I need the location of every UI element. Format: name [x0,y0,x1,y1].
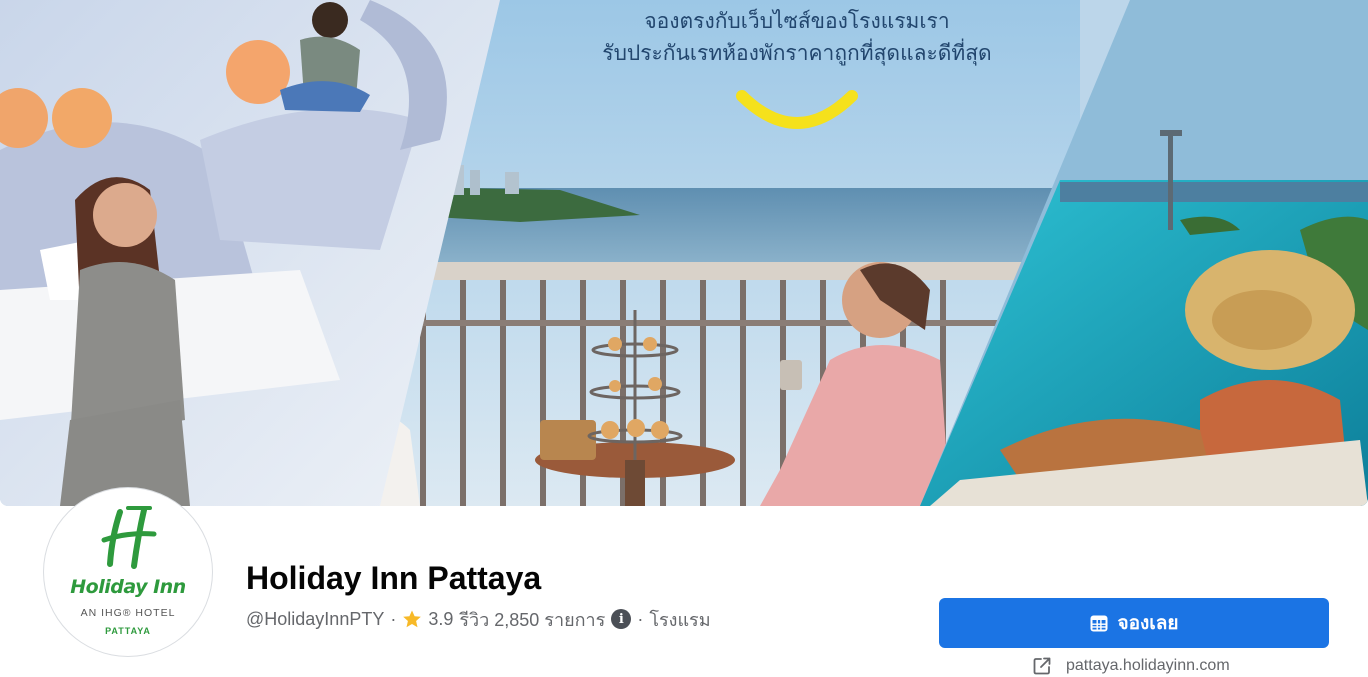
profile-picture[interactable]: Holiday Inn AN IHG® HOTEL PATTAYA [44,488,212,656]
info-icon[interactable]: i [611,609,632,629]
external-link-icon [1033,657,1051,675]
book-now-button[interactable]: จองเลย [939,598,1329,648]
logo-brand: Holiday Inn [70,576,186,598]
cover-collage: จองตรงกับเว็บไซส์ของโรงแรมเรา รับประกันเ… [0,0,1368,506]
page-meta: @HolidayInnPTY · 3.9 รีวิว 2,850 รายการ … [246,606,711,632]
rating-value[interactable]: 3.9 [428,609,453,630]
calendar-icon [1090,615,1108,632]
holiday-inn-h-icon [101,506,157,569]
separator-dot: · [637,608,644,629]
reviews-count[interactable]: รีวิว 2,850 รายการ [459,605,605,634]
website-link[interactable]: pattaya.holidayinn.com [1032,655,1230,677]
cover-photo[interactable]: จองตรงกับเว็บไซส์ของโรงแรมเรา รับประกันเ… [0,0,1368,506]
star-icon [403,610,422,628]
book-now-label: จองเลย [1117,613,1179,634]
cover-headline-line2: รับประกันเรทห้องพักราคาถูกที่สุดและดีที่… [602,38,991,66]
hotel-logo: Holiday Inn AN IHG® HOTEL PATTAYA [48,492,208,652]
page-handle: @HolidayInnPTY [246,608,385,629]
logo-city: PATTAYA [105,626,151,636]
cover-headline-line1: จองตรงกับเว็บไซส์ของโรงแรมเรา [644,7,949,33]
page-title: Holiday Inn Pattaya [246,560,542,596]
website-url[interactable]: pattaya.holidayinn.com [1066,657,1230,675]
separator-dot: · [390,608,397,629]
logo-tagline: AN IHG® HOTEL [80,607,176,619]
page-category[interactable]: โรงแรม [649,605,710,634]
